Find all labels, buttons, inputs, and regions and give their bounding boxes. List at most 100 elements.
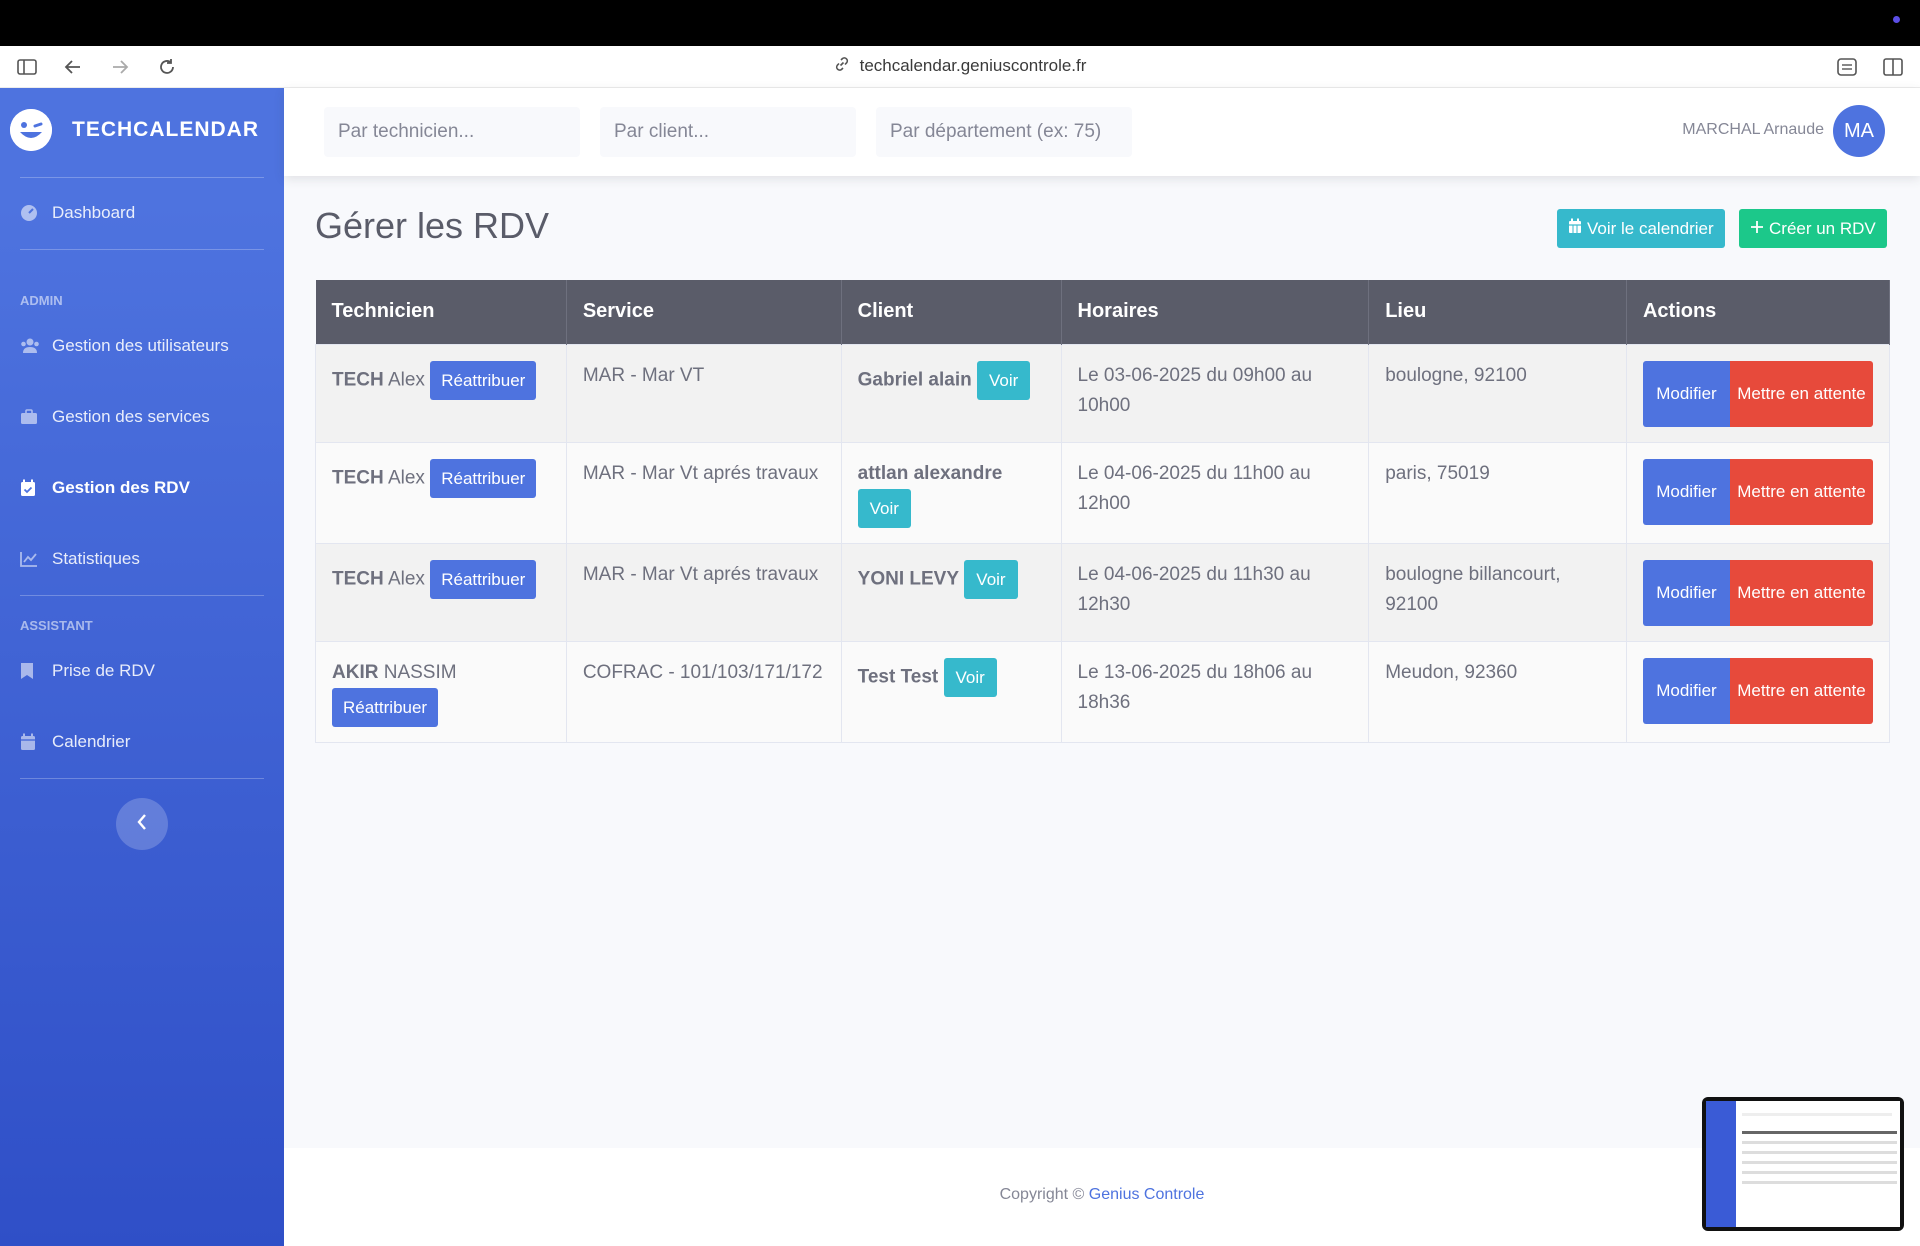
technician-first-name: Alex (387, 369, 425, 391)
sidebar-item-label: Calendrier (52, 732, 131, 751)
sidebar-divider (20, 778, 264, 779)
view-calendar-button[interactable]: Voir le calendrier (1557, 209, 1725, 248)
sidebar-collapse-button[interactable] (116, 798, 168, 850)
users-icon (20, 338, 52, 354)
column-header-actions: Actions (1626, 280, 1891, 344)
client-name: attlan alexandre (857, 462, 1003, 484)
sidebar-item-label: Statistiques (52, 549, 140, 568)
tachometer-icon (20, 204, 52, 222)
footer: Copyright © Genius Controle (284, 1148, 1920, 1246)
reassign-button[interactable]: Réattribuer (332, 687, 439, 727)
create-rdv-label: Créer un RDV (1769, 218, 1876, 238)
plus-icon (1750, 219, 1764, 239)
briefcase-icon (20, 409, 52, 425)
location-cell: boulogne billancourt, 92100 (1368, 542, 1627, 642)
brand[interactable]: TECHCALENDAR (10, 108, 259, 152)
column-header-service[interactable]: Service (566, 280, 842, 344)
sidebar: TECHCALENDAR Dashboard ADMIN Gestion des… (0, 88, 284, 1246)
table-row: AKIR NASSIM Réattribuer COFRAC - 101/103… (315, 640, 1891, 743)
location-cell: boulogne, 92100 (1368, 343, 1627, 443)
link-icon (834, 56, 850, 77)
client-name: Test Test (857, 666, 939, 688)
technician-filter-input[interactable] (324, 107, 580, 157)
sidebar-item-rdv[interactable]: Gestion des RDV (20, 473, 190, 503)
address-bar[interactable]: techcalendar.geniuscontrole.fr (0, 56, 1920, 77)
sidebar-item-booking[interactable]: Prise de RDV (20, 656, 155, 686)
brand-name: TECHCALENDAR (72, 118, 259, 141)
service-cell: MAR - Mar VT (565, 343, 842, 443)
column-header-lieu[interactable]: Lieu (1368, 280, 1627, 344)
edit-button[interactable]: Modifier (1642, 458, 1730, 525)
sidebar-item-calendar[interactable]: Calendrier (20, 727, 130, 757)
view-client-button[interactable]: Voir (976, 360, 1031, 400)
split-view-icon[interactable] (1880, 54, 1906, 80)
client-cell: Test Test Voir (840, 640, 1062, 743)
recording-indicator-icon (1893, 16, 1900, 23)
table-row: TECH Alex Réattribuer MAR - Mar Vt aprés… (315, 542, 1891, 642)
technician-cell: AKIR NASSIM Réattribuer (315, 640, 567, 743)
schedule-cell: Le 03-06-2025 du 09h00 au 10h00 (1060, 343, 1370, 443)
client-cell: Gabriel alain Voir (840, 343, 1062, 443)
topbar: MARCHAL Arnaude MA (284, 88, 1920, 176)
schedule-cell: Le 13-06-2025 du 18h06 au 18h36 (1060, 640, 1370, 743)
screenshot-thumbnail[interactable] (1702, 1097, 1904, 1231)
service-cell: MAR - Mar Vt aprés travaux (565, 542, 842, 642)
technician-last-name: TECH (332, 568, 384, 590)
put-on-hold-button[interactable]: Mettre en attente (1729, 559, 1873, 626)
edit-button[interactable]: Modifier (1642, 657, 1730, 724)
sidebar-item-services[interactable]: Gestion des services (20, 402, 210, 432)
sidebar-item-users[interactable]: Gestion des utilisateurs (20, 331, 229, 361)
column-header-horaires[interactable]: Horaires (1061, 280, 1370, 344)
sidebar-item-dashboard[interactable]: Dashboard (20, 198, 135, 228)
bookmark-icon (20, 662, 52, 680)
service-cell: COFRAC - 101/103/171/172 (565, 640, 842, 743)
sidebar-heading-assistant: ASSISTANT (20, 618, 93, 633)
service-cell: MAR - Mar Vt aprés travaux (565, 441, 842, 544)
technician-cell: TECH Alex Réattribuer (315, 542, 567, 642)
extensions-icon[interactable] (1834, 54, 1860, 80)
put-on-hold-button[interactable]: Mettre en attente (1729, 360, 1873, 427)
column-header-client[interactable]: Client (841, 280, 1062, 344)
client-cell: attlan alexandre Voir (840, 441, 1062, 544)
client-name: YONI LEVY (857, 568, 960, 590)
rdv-table: Technicien Service Client Horaires Lieu … (315, 280, 1891, 743)
location-cell: paris, 75019 (1368, 441, 1627, 544)
reassign-button[interactable]: Réattribuer (430, 458, 537, 498)
chevron-left-icon (136, 813, 148, 836)
actions-cell: Modifier Mettre en attente (1625, 441, 1891, 544)
put-on-hold-button[interactable]: Mettre en attente (1729, 657, 1873, 724)
sidebar-item-label: Dashboard (52, 203, 136, 222)
reassign-button[interactable]: Réattribuer (430, 360, 537, 400)
view-client-button[interactable]: Voir (943, 657, 997, 697)
sidebar-item-label: Gestion des services (52, 407, 210, 426)
location-cell: Meudon, 92360 (1368, 640, 1627, 743)
put-on-hold-button[interactable]: Mettre en attente (1729, 458, 1873, 525)
technician-first-name: NASSIM (383, 661, 457, 683)
chart-line-icon (20, 551, 52, 567)
calendar-check-icon (20, 479, 52, 497)
department-filter-input[interactable] (876, 107, 1132, 157)
client-filter-input[interactable] (600, 107, 856, 157)
edit-button[interactable]: Modifier (1642, 559, 1730, 626)
technician-cell: TECH Alex Réattribuer (315, 343, 567, 443)
schedule-cell: Le 04-06-2025 du 11h00 au 12h00 (1060, 441, 1370, 544)
avatar[interactable]: MA (1833, 105, 1885, 157)
create-rdv-button[interactable]: Créer un RDV (1739, 209, 1887, 248)
user-name[interactable]: MARCHAL Arnaude (1682, 121, 1824, 139)
page-title: Gérer les RDV (315, 205, 550, 246)
sidebar-divider (20, 595, 264, 596)
client-name: Gabriel alain (857, 369, 972, 391)
sidebar-item-label: Gestion des utilisateurs (52, 336, 229, 355)
reassign-button[interactable]: Réattribuer (430, 559, 537, 599)
technician-first-name: Alex (387, 467, 425, 489)
view-client-button[interactable]: Voir (857, 488, 911, 528)
edit-button[interactable]: Modifier (1642, 360, 1730, 427)
client-cell: YONI LEVY Voir (840, 542, 1062, 642)
column-header-technicien[interactable]: Technicien (315, 280, 567, 344)
company-link[interactable]: Genius Controle (1089, 1186, 1205, 1203)
calendar-icon (1568, 218, 1582, 239)
sidebar-item-label: Gestion des RDV (52, 478, 190, 497)
sidebar-item-label: Prise de RDV (52, 661, 155, 680)
view-client-button[interactable]: Voir (964, 559, 1018, 599)
sidebar-item-stats[interactable]: Statistiques (20, 544, 140, 574)
